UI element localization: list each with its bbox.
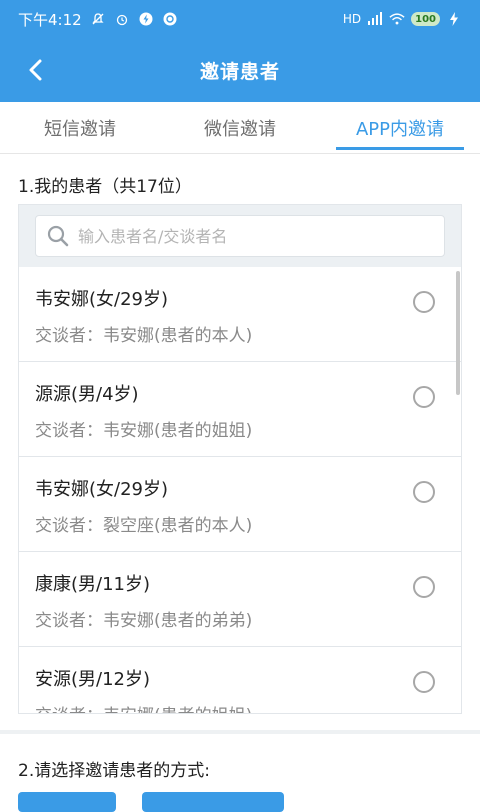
patient-row[interactable]: 康康(男/11岁) 交谈者：韦安娜(患者的弟弟) <box>19 552 461 647</box>
tab-sms-invite[interactable]: 短信邀请 <box>0 102 160 153</box>
select-radio[interactable] <box>413 576 435 598</box>
patient-name: 源源(男/4岁) <box>35 384 139 405</box>
page-title: 邀请患者 <box>199 60 280 83</box>
patient-row[interactable]: 安源(男/12岁) 交谈者：韦安娜(患者的姐姐) <box>19 647 461 713</box>
invite-method-button[interactable] <box>18 792 116 812</box>
invite-method-heading: 2.请选择邀请患者的方式: <box>18 761 210 781</box>
patient-list-panel: 韦安娜(女/29岁) 交谈者：韦安娜(患者的本人) 源源(男/4岁) 交谈者：韦… <box>18 204 462 714</box>
nav-bar: 邀请患者 <box>0 38 480 102</box>
patient-talker: 交谈者：裂空座(患者的本人) <box>35 516 253 536</box>
back-button[interactable] <box>16 50 56 90</box>
select-radio[interactable] <box>413 291 435 313</box>
select-radio[interactable] <box>413 481 435 503</box>
section-divider <box>0 730 480 734</box>
tab-wechat-invite[interactable]: 微信邀请 <box>160 102 320 153</box>
top-bar: 下午4:12 HD 100 邀请患者 <box>0 0 480 102</box>
mute-icon <box>90 11 106 27</box>
my-patients-heading: 1.我的患者（共17位） <box>18 177 192 197</box>
patient-name: 安源(男/12岁) <box>35 669 151 690</box>
invite-method-button[interactable] <box>142 792 284 812</box>
search-box <box>35 215 445 257</box>
patient-name: 韦安娜(女/29岁) <box>35 289 169 310</box>
status-bar: 下午4:12 HD 100 <box>0 0 480 38</box>
signal-icon <box>367 11 383 27</box>
patient-row[interactable]: 韦安娜(女/29岁) 交谈者：裂空座(患者的本人) <box>19 457 461 552</box>
patient-talker: 交谈者：韦安娜(患者的姐姐) <box>35 701 445 713</box>
patient-row[interactable]: 韦安娜(女/29岁) 交谈者：韦安娜(患者的本人) <box>19 267 461 362</box>
network-type: HD <box>342 12 362 26</box>
chevron-left-icon <box>29 59 42 81</box>
battery-indicator: 100 <box>411 12 440 26</box>
tab-app-invite[interactable]: APP内邀请 <box>320 102 480 153</box>
patient-row[interactable]: 源源(男/4岁) 交谈者：韦安娜(患者的姐姐) <box>19 362 461 457</box>
status-time: 下午4:12 <box>18 10 82 29</box>
bolt-badge-icon <box>138 11 154 27</box>
patient-name: 康康(男/11岁) <box>35 574 151 595</box>
select-radio[interactable] <box>413 671 435 693</box>
invite-tabs: 短信邀请 微信邀请 APP内邀请 <box>0 102 480 154</box>
patient-name: 韦安娜(女/29岁) <box>35 479 169 500</box>
alarm-icon <box>114 11 130 27</box>
list-scrollbar[interactable] <box>456 271 460 395</box>
search-icon <box>44 222 72 250</box>
patient-talker: 交谈者：韦安娜(患者的弟弟) <box>35 611 253 631</box>
search-input[interactable] <box>72 216 436 256</box>
select-radio[interactable] <box>413 386 435 408</box>
patient-talker: 交谈者：韦安娜(患者的姐姐) <box>35 421 253 441</box>
wifi-icon <box>389 11 405 27</box>
charging-icon <box>446 11 462 27</box>
patient-talker: 交谈者：韦安娜(患者的本人) <box>35 326 253 346</box>
search-bar <box>19 205 461 267</box>
sync-badge-icon <box>162 11 178 27</box>
patient-list: 韦安娜(女/29岁) 交谈者：韦安娜(患者的本人) 源源(男/4岁) 交谈者：韦… <box>19 267 461 713</box>
